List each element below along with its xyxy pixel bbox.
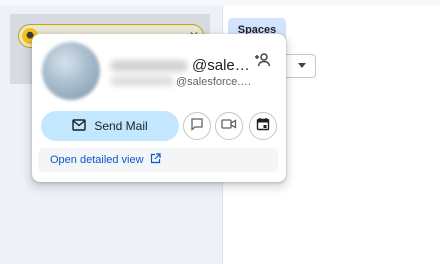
send-mail-label: Send Mail <box>94 119 148 133</box>
send-mail-button[interactable]: Send Mail <box>41 111 179 141</box>
mail-icon <box>72 118 87 134</box>
avatar <box>42 42 100 100</box>
open-external-icon <box>150 153 161 167</box>
add-person-icon[interactable] <box>254 52 272 68</box>
calendar-icon <box>256 117 270 136</box>
chevron-down-icon <box>298 63 306 68</box>
open-detailed-view-label: Open detailed view <box>50 154 144 166</box>
contact-email-secondary: @salesforce.… <box>176 76 252 88</box>
chat-icon <box>190 117 204 136</box>
video-call-button[interactable] <box>215 112 243 140</box>
redacted-name <box>110 60 188 72</box>
dropdown-button[interactable] <box>282 54 316 78</box>
chat-button[interactable] <box>183 112 211 140</box>
open-detailed-view-link[interactable]: Open detailed view <box>50 153 161 167</box>
contact-email: @sales… <box>192 57 254 74</box>
calendar-button[interactable] <box>249 112 277 140</box>
redacted-detail <box>110 76 174 86</box>
video-icon <box>221 117 237 135</box>
